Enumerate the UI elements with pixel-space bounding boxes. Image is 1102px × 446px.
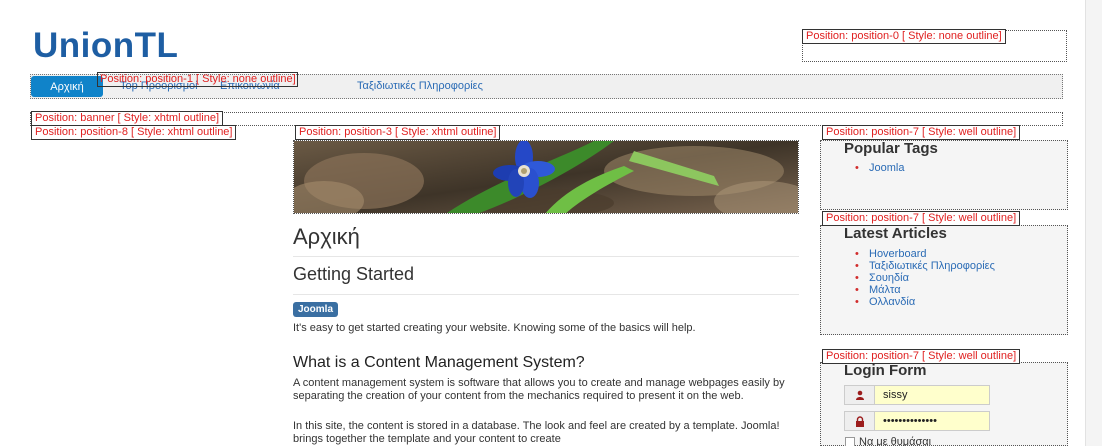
tag-link[interactable]: Joomla	[855, 162, 904, 174]
article-link[interactable]: Ολλανδία	[855, 296, 995, 308]
position-1-outline	[97, 72, 298, 87]
popular-tags-title: Popular Tags	[844, 140, 938, 157]
user-icon	[845, 386, 875, 404]
position-0-label: Position: position-0 [ Style: none outli…	[802, 29, 1006, 44]
password-value[interactable]: ••••••••••••••	[875, 412, 989, 430]
intro-paragraph: It's easy to get started creating your w…	[293, 322, 696, 334]
nav-item-home[interactable]: Αρχική	[31, 76, 103, 97]
remember-label: Να με θυμάσαι	[859, 436, 932, 446]
position-7-label-2: Position: position-7 [ Style: well outli…	[822, 211, 1021, 226]
login-title: Login Form	[844, 362, 927, 379]
page-title: Αρχική	[293, 224, 360, 249]
article-link[interactable]: Ταξιδιωτικές Πληροφορίες	[855, 260, 995, 272]
article-link[interactable]: Μάλτα	[855, 284, 995, 296]
site-title[interactable]: UnionTL	[33, 26, 178, 66]
remember-me[interactable]: Να με θυμάσαι	[845, 436, 931, 446]
title-divider	[293, 256, 799, 257]
position-3-label: Position: position-3 [ Style: xhtml outl…	[295, 125, 501, 140]
hero-image	[293, 140, 799, 214]
page-gutter	[1085, 0, 1102, 446]
cms-paragraph: A content management system is software …	[293, 377, 785, 402]
latest-articles-list: Hoverboard Ταξιδιωτικές Πληροφορίες Σουη…	[855, 248, 995, 308]
tag-badge[interactable]: Joomla	[293, 302, 339, 317]
nav-item-travel-info[interactable]: Ταξιδιωτικές Πληροφορίες	[357, 80, 483, 92]
popular-tags-list: Joomla	[855, 162, 904, 174]
username-field[interactable]: sissy	[844, 385, 990, 405]
remember-checkbox[interactable]	[845, 437, 855, 446]
banner-label: Position: banner [ Style: xhtml outline]	[31, 111, 224, 126]
heading-divider	[293, 294, 799, 295]
article-heading[interactable]: Getting Started	[293, 264, 414, 285]
password-field[interactable]: ••••••••••••••	[844, 411, 990, 431]
flower-photo	[294, 141, 798, 213]
section-heading: What is a Content Management System?	[293, 354, 585, 371]
article-link[interactable]: Hoverboard	[855, 248, 995, 260]
username-value[interactable]: sissy	[875, 386, 989, 404]
position-7-label-1: Position: position-7 [ Style: well outli…	[822, 125, 1021, 140]
lock-icon	[845, 412, 875, 430]
latest-articles-title: Latest Articles	[844, 225, 947, 242]
article-link[interactable]: Σουηδία	[855, 272, 995, 284]
page: UnionTL Position: position-0 [ Style: no…	[0, 0, 1085, 446]
cms-paragraph-2: In this site, the content is stored in a…	[293, 420, 780, 445]
position-8-label: Position: position-8 [ Style: xhtml outl…	[31, 125, 237, 140]
